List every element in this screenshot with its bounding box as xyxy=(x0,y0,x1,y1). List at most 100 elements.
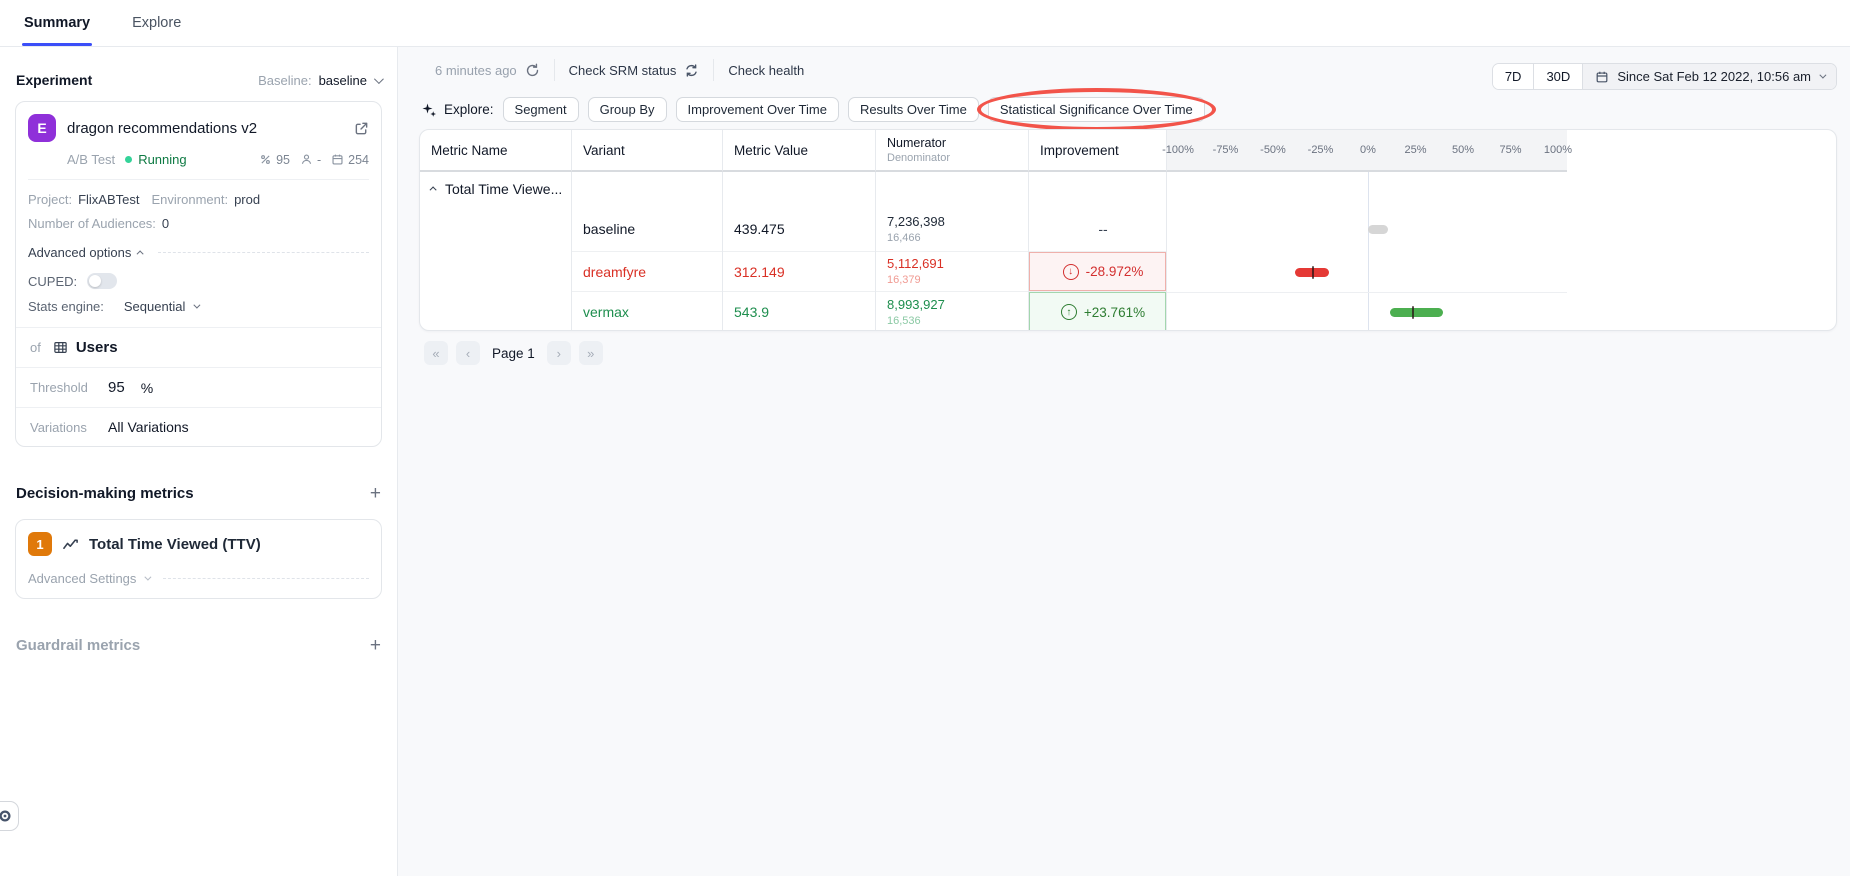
numerator-denominator-baseline: 7,236,398 16,466 xyxy=(876,207,1028,252)
calendar-icon xyxy=(1595,70,1609,84)
stats-engine-value[interactable]: Sequential xyxy=(124,299,185,314)
zero-axis-line xyxy=(1368,172,1369,330)
main-content: 6 minutes ago Check SRM status Check hea… xyxy=(398,47,1850,876)
axis-tick: 50% xyxy=(1452,144,1474,156)
calendar-icon xyxy=(331,153,344,166)
sparkle-icon xyxy=(421,102,437,118)
confidence-interval-chart xyxy=(1167,172,1567,330)
percent-icon xyxy=(259,153,272,166)
person-icon xyxy=(300,153,313,166)
range-7d-button[interactable]: 7D xyxy=(1493,64,1535,89)
axis-tick: 0% xyxy=(1360,144,1376,156)
project-label: Project: xyxy=(28,192,72,207)
cuped-toggle[interactable] xyxy=(87,273,117,289)
metric-group-row[interactable]: Total Time Viewe... xyxy=(420,172,571,197)
column-header-improvement: Improvement xyxy=(1029,130,1167,172)
audiences-value: 0 xyxy=(162,216,169,231)
axis-tick: -75% xyxy=(1213,144,1239,156)
status-badge: Running xyxy=(138,152,186,167)
explore-pill-group-by[interactable]: Group By xyxy=(588,97,667,122)
line-chart-icon xyxy=(62,536,79,553)
explore-pill-results-over-time[interactable]: Results Over Time xyxy=(848,97,979,122)
experiment-card: E dragon recommendations v2 A/B Test Run… xyxy=(15,101,382,447)
variations-label: Variations xyxy=(30,420,108,435)
variant-cell-baseline[interactable]: baseline xyxy=(572,207,722,252)
column-header-variant: Variant xyxy=(572,130,723,172)
pagination: « ‹ Page 1 › » xyxy=(424,341,603,365)
sidebar: Experiment Baseline: baseline E dragon r… xyxy=(0,47,398,876)
improvement-vermax: ↑ +23.761% xyxy=(1029,292,1166,331)
axis-tick: 25% xyxy=(1404,144,1426,156)
table-header-row: Metric Name Variant Metric Value Numerat… xyxy=(420,130,1836,172)
divider xyxy=(163,578,369,579)
check-srm-status-button[interactable]: Check SRM status xyxy=(569,63,700,78)
improvement-dreamfyre: ↓ -28.972% xyxy=(1029,252,1166,292)
numerator-denominator-vermax: 8,993,927 16,536 xyxy=(876,292,1028,331)
check-health-button[interactable]: Check health xyxy=(728,63,804,78)
axis-tick: -100% xyxy=(1162,144,1194,156)
date-range-control: 7D 30D Since Sat Feb 12 2022, 10:56 am xyxy=(1492,63,1837,90)
ci-bar-baseline xyxy=(1368,225,1388,234)
of-label: of xyxy=(30,340,41,355)
results-table: Metric Name Variant Metric Value Numerat… xyxy=(419,129,1837,331)
metric-value-dreamfyre: 312.149 xyxy=(723,252,875,292)
variant-cell-vermax[interactable]: vermax xyxy=(572,292,722,331)
chevron-down-icon xyxy=(374,74,384,84)
explore-label: Explore: xyxy=(421,102,494,118)
baseline-value: baseline xyxy=(319,73,367,88)
variations-row: Variations All Variations xyxy=(16,407,381,446)
column-header-metric-name: Metric Name xyxy=(420,130,572,172)
users-stat: - xyxy=(300,153,321,167)
previous-page-button[interactable]: ‹ xyxy=(456,341,480,365)
metric-value-vermax: 543.9 xyxy=(723,292,875,331)
variations-value[interactable]: All Variations xyxy=(108,419,189,435)
divider xyxy=(713,59,714,81)
unit-type-value: Users xyxy=(76,339,118,356)
improvement-baseline: -- xyxy=(1029,207,1166,252)
environment-value: prod xyxy=(234,192,260,207)
add-guardrail-metric-button[interactable]: + xyxy=(370,636,381,655)
divider xyxy=(158,252,369,253)
explore-pill-segment[interactable]: Segment xyxy=(503,97,579,122)
experiment-type: A/B Test xyxy=(67,152,115,167)
unit-type-row[interactable]: of Users xyxy=(16,327,381,367)
tab-explore[interactable]: Explore xyxy=(132,0,181,46)
metric-advanced-settings[interactable]: Advanced Settings xyxy=(28,571,369,586)
target-icon xyxy=(0,809,12,823)
threshold-input[interactable]: 95 xyxy=(108,379,125,396)
table-spacer xyxy=(1567,172,1836,330)
add-decision-metric-button[interactable]: + xyxy=(370,484,381,503)
header-spacer xyxy=(1567,130,1836,172)
metric-value-baseline: 439.475 xyxy=(723,207,875,252)
explore-pill-improvement-over-time[interactable]: Improvement Over Time xyxy=(676,97,839,122)
audiences-label: Number of Audiences: xyxy=(28,216,156,231)
metric-name[interactable]: Total Time Viewed (TTV) xyxy=(89,536,261,553)
first-page-button[interactable]: « xyxy=(424,341,448,365)
tab-summary[interactable]: Summary xyxy=(24,0,90,46)
axis-tick: -50% xyxy=(1260,144,1286,156)
chevron-up-icon xyxy=(137,250,144,257)
help-widget-button[interactable] xyxy=(0,801,19,831)
sync-icon xyxy=(684,63,699,78)
environment-label: Environment: xyxy=(151,192,228,207)
next-page-button[interactable]: › xyxy=(547,341,571,365)
decision-metric-card: 1 Total Time Viewed (TTV) Advanced Setti… xyxy=(15,519,382,599)
axis-tick: -25% xyxy=(1308,144,1334,156)
page-indicator: Page 1 xyxy=(492,346,535,361)
cuped-label: CUPED: xyxy=(28,274,77,289)
date-range-picker[interactable]: Since Sat Feb 12 2022, 10:56 am xyxy=(1583,64,1836,89)
allocation-stat: 95 xyxy=(259,153,290,167)
refresh-icon[interactable] xyxy=(525,63,540,78)
variant-cell-dreamfyre[interactable]: dreamfyre xyxy=(572,252,722,292)
baseline-selector[interactable]: Baseline: baseline xyxy=(258,73,381,88)
decision-metrics-title: Decision-making metrics xyxy=(16,485,370,502)
last-page-button[interactable]: » xyxy=(579,341,603,365)
chevron-down-icon xyxy=(1819,72,1826,79)
ci-center-tick xyxy=(1312,266,1314,279)
advanced-options-toggle[interactable]: Advanced options xyxy=(28,245,369,260)
external-link-icon[interactable] xyxy=(354,121,369,136)
range-30d-button[interactable]: 30D xyxy=(1534,64,1583,89)
collapse-caret-icon xyxy=(430,186,437,193)
explore-pill-statistical-significance-over-time[interactable]: Statistical Significance Over Time xyxy=(988,97,1205,122)
experiment-section-title: Experiment xyxy=(16,72,258,88)
